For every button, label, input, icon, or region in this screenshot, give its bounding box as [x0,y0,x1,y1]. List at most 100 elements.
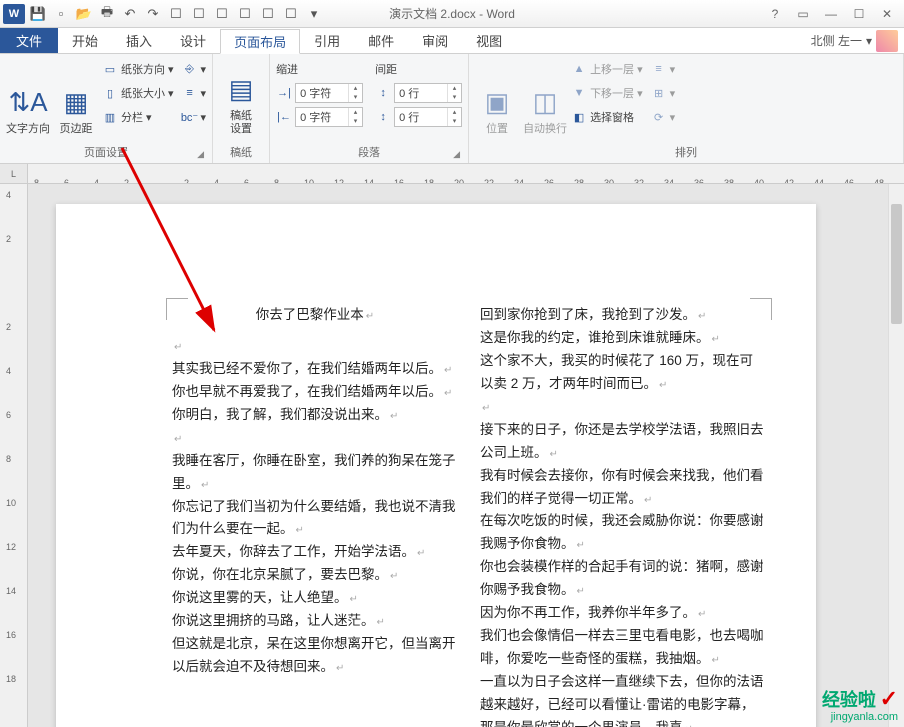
text-direction-button[interactable]: ⇅A 文字方向 [6,58,50,136]
page[interactable]: 你去了巴黎作业本其实我已经不爱你了，在我们结婚两年以后。你也早就不再爱我了，在我… [56,204,816,727]
ruler-vertical[interactable]: 4224681012141618 [0,184,28,727]
qat-icon-2[interactable]: ☐ [189,4,209,24]
align-icon: ≡ [651,61,667,77]
qat-more-icon[interactable]: ▾ [304,4,324,24]
save-icon[interactable]: 💾 [28,4,48,24]
indent-left-input[interactable]: 0 字符▴▾ [295,83,363,103]
column-right[interactable]: 回到家你抢到了床，我抢到了沙发。这是你我的约定，谁抢到床谁就睡床。这个家不大，我… [480,304,766,727]
paragraph-launcher-icon[interactable]: ◢ [453,149,460,160]
qat-icon-3[interactable]: ☐ [212,4,232,24]
ribbon-tabs: 文件 开始 插入 设计 页面布局 引用 邮件 审阅 视图 北侧 左一 ▾ [0,28,904,54]
hyphenation-icon: bc⁻ [182,109,198,125]
indent-right-input[interactable]: 0 字符▴▾ [295,107,363,127]
forward-button[interactable]: ▲上移一层▾ [571,58,643,80]
position-button[interactable]: ▣ 位置 [475,58,519,136]
user-area[interactable]: 北侧 左一 ▾ [811,28,904,53]
wrap-icon: ◫ [529,87,561,119]
forward-icon: ▲ [571,61,587,77]
orientation-icon: ▭ [102,61,118,77]
qat-icon-4[interactable]: ☐ [235,4,255,24]
redo-icon[interactable]: ↷ [143,4,163,24]
rotate-button[interactable]: ⟳▾ [651,106,676,128]
tab-view[interactable]: 视图 [462,28,516,53]
qat-icon-6[interactable]: ☐ [281,4,301,24]
vertical-scrollbar[interactable] [888,184,904,727]
tab-design[interactable]: 设计 [166,28,220,53]
ruler-corner[interactable]: L [0,164,28,184]
position-icon: ▣ [481,87,513,119]
margins-button[interactable]: ▦ 页边距 [54,58,98,136]
align-button[interactable]: ≡▾ [651,58,676,80]
close-icon[interactable]: ✕ [874,4,900,24]
breaks-button[interactable]: ⎆▾ [182,58,207,80]
group-objects-button[interactable]: ⊞▾ [651,82,676,104]
spacing-before-input[interactable]: 0 行▴▾ [394,83,462,103]
tab-home[interactable]: 开始 [58,28,112,53]
orientation-button[interactable]: ▭纸张方向▾ [102,58,174,80]
spacing-before-icon: ↕ [375,85,391,101]
maximize-icon[interactable]: ☐ [846,4,872,24]
indent-left-icon: →| [276,85,292,101]
backward-icon: ▼ [571,85,587,101]
ruler-horizontal[interactable]: L 86422468101214161820222426283032343638… [0,164,904,184]
user-name: 北侧 左一 [811,32,862,49]
group-icon: ⊞ [651,85,667,101]
word-app-icon[interactable]: W [3,4,25,24]
column-left[interactable]: 你去了巴黎作业本其实我已经不爱你了，在我们结婚两年以后。你也早就不再爱我了，在我… [172,304,458,727]
help-icon[interactable]: ? [762,4,788,24]
tab-file[interactable]: 文件 [0,28,58,53]
line-numbers-button[interactable]: ≡▾ [182,82,207,104]
group-arrange: ▣ 位置 ◫ 自动换行 ▲上移一层▾ ▼下移一层▾ ◧选择窗格 ≡▾ ⊞▾ ⟳▾… [469,54,904,163]
minimize-icon[interactable]: — [818,4,844,24]
group-label-pagesetup: 页面设置 [84,147,128,159]
qat-icon-5[interactable]: ☐ [258,4,278,24]
undo-icon[interactable]: ↶ [120,4,140,24]
tab-references[interactable]: 引用 [300,28,354,53]
margin-corner-tr [750,298,772,320]
breaks-icon: ⎆ [182,61,198,77]
ribbon-options-icon[interactable]: ▭ [790,4,816,24]
quick-access-toolbar: W 💾 ▫ 📂 🖶 ↶ ↷ ☐ ☐ ☐ ☐ ☐ ☐ ▾ [0,4,324,24]
page-scroll[interactable]: 你去了巴黎作业本其实我已经不爱你了，在我们结婚两年以后。你也早就不再爱我了，在我… [28,184,904,727]
tab-mailings[interactable]: 邮件 [354,28,408,53]
size-button[interactable]: ▯纸张大小▾ [102,82,174,104]
spacing-after-icon: ↕ [375,109,391,125]
new-icon[interactable]: ▫ [51,4,71,24]
window-controls: ? ▭ — ☐ ✕ [762,4,904,24]
print-icon[interactable]: 🖶 [97,4,117,24]
draft-settings-button[interactable]: ▤ 稿纸 设置 [219,58,263,136]
columns-button[interactable]: ▥分栏▾ [102,106,174,128]
margin-corner-tl [166,298,188,320]
document-area: 4224681012141618 你去了巴黎作业本其实我已经不爱你了，在我们结婚… [0,184,904,727]
tab-layout[interactable]: 页面布局 [220,29,300,54]
margins-icon: ▦ [60,87,92,119]
group-paragraph: 缩进 →| 0 字符▴▾ |← 0 字符▴▾ 间距 ↕ 0 行▴▾ ↕ 0 行▴… [270,54,469,163]
group-label-arrange: 排列 [475,142,897,163]
wrap-button[interactable]: ◫ 自动换行 [523,58,567,136]
size-icon: ▯ [102,85,118,101]
scrollbar-thumb[interactable] [891,204,902,324]
text-direction-icon: ⇅A [12,87,44,119]
avatar[interactable] [876,30,898,52]
selection-icon: ◧ [571,109,587,125]
qat-icon-1[interactable]: ☐ [166,4,186,24]
line-numbers-icon: ≡ [182,85,198,101]
hyphenation-button[interactable]: bc⁻▾ [182,106,207,128]
tab-review[interactable]: 审阅 [408,28,462,53]
group-page-setup: ⇅A 文字方向 ▦ 页边距 ▭纸张方向▾ ▯纸张大小▾ ▥分栏▾ ⎆▾ ≡▾ b… [0,54,213,163]
group-label-paragraph: 段落 [358,147,380,159]
titlebar: W 💾 ▫ 📂 🖶 ↶ ↷ ☐ ☐ ☐ ☐ ☐ ☐ ▾ 演示文档 2.docx … [0,0,904,28]
tab-insert[interactable]: 插入 [112,28,166,53]
backward-button[interactable]: ▼下移一层▾ [571,82,643,104]
columns-icon: ▥ [102,109,118,125]
indent-label: 缩进 [276,58,363,80]
window-title: 演示文档 2.docx - Word [389,5,515,22]
open-icon[interactable]: 📂 [74,4,94,24]
spacing-after-input[interactable]: 0 行▴▾ [394,107,462,127]
draft-icon: ▤ [225,74,257,106]
selection-pane-button[interactable]: ◧选择窗格 [571,106,643,128]
watermark: 经验啦 ✓ jingyanla.com [822,687,898,723]
user-dropdown-icon[interactable]: ▾ [866,34,872,48]
pagesetup-launcher-icon[interactable]: ◢ [197,149,204,160]
group-label-draft: 稿纸 [219,142,263,163]
